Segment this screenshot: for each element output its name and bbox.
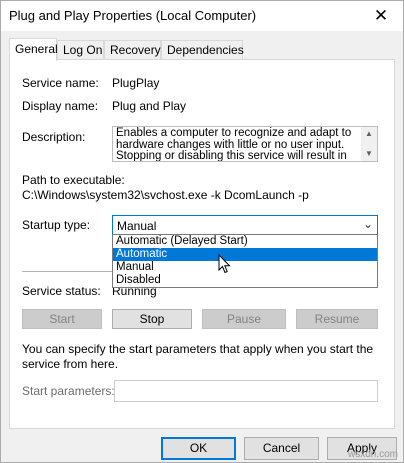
path-label: Path to executable: — [22, 173, 125, 187]
window-title: Plug and Play Properties (Local Computer… — [9, 8, 257, 23]
cancel-button[interactable]: Cancel — [244, 437, 319, 460]
resume-button[interactable]: Resume — [296, 309, 378, 329]
chevron-down-icon: ⌄ — [362, 217, 373, 231]
description-scrollbar[interactable]: ▲ ▼ — [361, 127, 377, 161]
service-name-value: PlugPlay — [112, 76, 160, 90]
startup-type-select[interactable]: Manual ⌄ — [112, 215, 378, 235]
start-params-input[interactable] — [114, 380, 378, 402]
service-name-label: Service name: — [22, 76, 99, 90]
description-box[interactable]: Enables a computer to recognize and adap… — [112, 126, 378, 162]
mouse-cursor-icon — [218, 254, 231, 274]
dropdown-option-automatic[interactable]: Automatic — [113, 248, 377, 261]
startup-type-label: Startup type: — [22, 218, 91, 232]
stop-button[interactable]: Stop — [112, 309, 192, 329]
tab-general[interactable]: General — [9, 38, 58, 61]
description-label: Description: — [22, 130, 86, 144]
scroll-down-icon[interactable]: ▼ — [361, 147, 377, 161]
path-value: C:\Windows\system32\svchost.exe -k DcomL… — [22, 188, 309, 202]
scroll-up-icon[interactable]: ▲ — [361, 127, 377, 141]
tab-dependencies[interactable]: Dependencies — [161, 40, 244, 60]
title-bar[interactable]: Plug and Play Properties (Local Computer… — [1, 1, 403, 31]
startup-type-value: Manual — [117, 219, 157, 233]
dropdown-option-automatic-delayed[interactable]: Automatic (Delayed Start) — [113, 235, 377, 248]
description-text: Enables a computer to recognize and adap… — [116, 127, 352, 162]
properties-dialog: Plug and Play Properties (Local Computer… — [0, 0, 404, 463]
watermark: wsxdn.com — [347, 449, 398, 460]
start-params-label: Start parameters: — [22, 384, 115, 398]
close-button[interactable]: ✕ — [359, 1, 403, 31]
startup-type-dropdown: Automatic (Delayed Start) Automatic Manu… — [112, 234, 378, 288]
tab-log-on[interactable]: Log On — [57, 40, 104, 60]
service-status-label: Service status: — [22, 284, 101, 298]
start-button[interactable]: Start — [22, 309, 102, 329]
general-panel: Service name: PlugPlay Display name: Plu… — [9, 59, 395, 429]
pause-button[interactable]: Pause — [202, 309, 286, 329]
close-icon: ✕ — [373, 6, 389, 25]
tab-recovery[interactable]: Recovery — [104, 40, 161, 60]
section-divider — [22, 271, 116, 272]
display-name-value: Plug and Play — [112, 99, 187, 113]
dropdown-option-manual[interactable]: Manual — [113, 261, 377, 274]
display-name-label: Display name: — [22, 99, 99, 113]
start-params-hint: You can specify the start parameters tha… — [22, 342, 374, 371]
dropdown-option-disabled[interactable]: Disabled — [113, 274, 377, 287]
ok-button[interactable]: OK — [161, 437, 236, 460]
